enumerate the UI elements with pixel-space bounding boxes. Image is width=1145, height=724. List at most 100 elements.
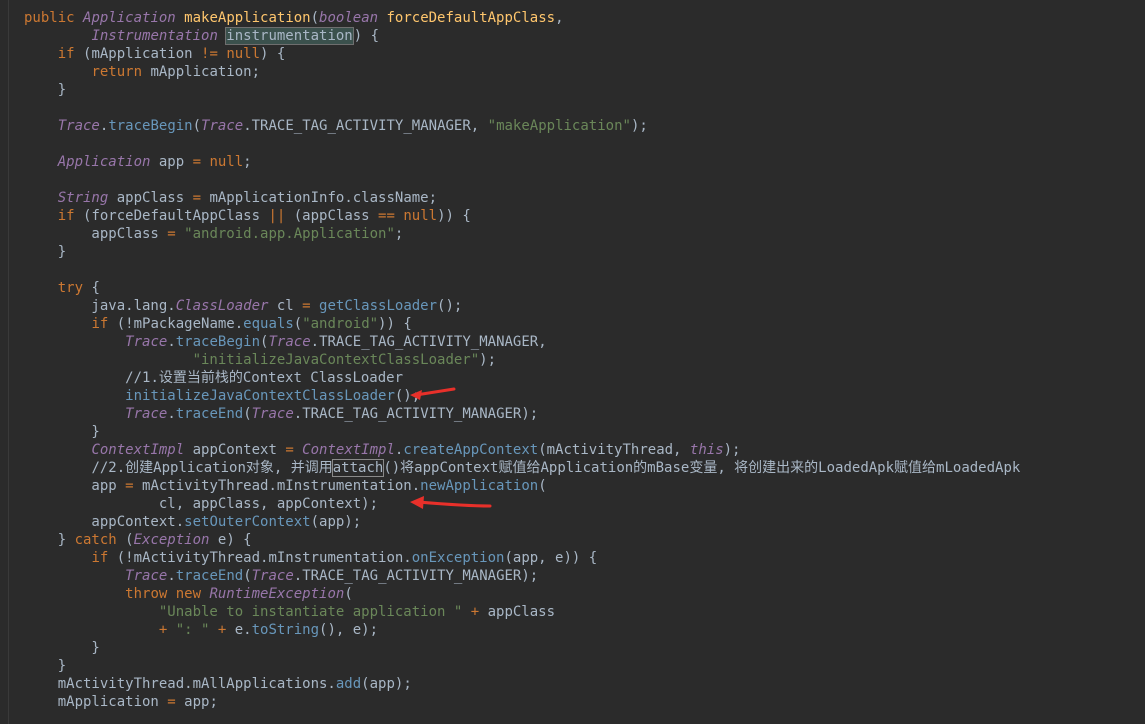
code-token: .TRACE_TAG_ACTIVITY_MANAGER); xyxy=(293,568,539,584)
code-token: Application xyxy=(83,10,185,26)
code-line[interactable]: //1.设置当前栈的Context ClassLoader xyxy=(24,369,403,387)
code-line[interactable]: } xyxy=(24,81,66,99)
code-token: traceBegin xyxy=(175,334,261,350)
code-token: != xyxy=(201,46,227,62)
code-token: public xyxy=(24,10,84,26)
code-token: , xyxy=(555,10,564,26)
code-token: toString xyxy=(251,622,320,638)
code-token: catch xyxy=(74,532,126,548)
code-token: = xyxy=(167,694,185,710)
code-line[interactable]: java.lang.ClassLoader cl = getClassLoade… xyxy=(24,297,462,315)
code-line[interactable]: if (!mActivityThread.mInstrumentation.on… xyxy=(24,549,597,567)
code-line[interactable]: Trace.traceBegin(Trace.TRACE_TAG_ACTIVIT… xyxy=(24,333,547,351)
code-token: + xyxy=(470,604,488,620)
code-token: cl xyxy=(276,298,303,314)
code-token: ) { xyxy=(353,28,380,44)
code-line[interactable]: mActivityThread.mAllApplications.add(app… xyxy=(24,675,412,693)
code-token: e) { xyxy=(217,532,252,548)
code-token: . xyxy=(167,334,176,350)
code-token: null xyxy=(209,154,244,170)
code-token: Trace xyxy=(125,406,168,422)
code-token: createAppContext xyxy=(403,442,539,458)
code-line[interactable]: } xyxy=(24,423,99,441)
code-token: mActivityThread.mAllApplications. xyxy=(24,676,336,692)
code-token: (app); xyxy=(361,676,412,692)
code-token: ); xyxy=(723,442,741,458)
code-token: } xyxy=(24,658,67,674)
code-line[interactable]: } catch (Exception e) { xyxy=(24,531,252,549)
code-line[interactable]: if (forceDefaultAppClass || (appClass ==… xyxy=(24,207,471,225)
code-line[interactable]: try { xyxy=(24,279,100,297)
code-line[interactable]: throw new RuntimeException( xyxy=(24,585,353,603)
code-line[interactable]: return mApplication; xyxy=(24,63,260,81)
code-line[interactable]: cl, appClass, appContext); xyxy=(24,495,378,513)
code-line[interactable]: Instrumentation instrumentation) { xyxy=(24,27,379,45)
code-token: (app); xyxy=(310,514,362,530)
code-line[interactable]: Trace.traceEnd(Trace.TRACE_TAG_ACTIVITY_… xyxy=(24,567,538,585)
code-token: appClass xyxy=(487,604,556,620)
code-line[interactable]: "initializeJavaContextClassLoader"); xyxy=(24,351,496,369)
code-token: .TRACE_TAG_ACTIVITY_MANAGER, xyxy=(243,118,488,134)
code-line[interactable]: } xyxy=(24,243,66,261)
code-token: (!mPackageName. xyxy=(116,316,244,332)
code-token: ; xyxy=(394,226,404,242)
code-token: } xyxy=(24,244,67,260)
code-line[interactable]: Trace.traceBegin(Trace.TRACE_TAG_ACTIVIT… xyxy=(24,117,648,135)
code-line[interactable]: appContext.setOuterContext(app); xyxy=(24,513,361,531)
boxed-token: attach xyxy=(331,459,385,477)
code-token: + xyxy=(217,622,235,638)
code-token: onException xyxy=(411,550,505,566)
code-line[interactable]: Trace.traceEnd(Trace.TRACE_TAG_ACTIVITY_… xyxy=(24,405,538,423)
code-line[interactable]: ContextImpl appContext = ContextImpl.cre… xyxy=(24,441,740,459)
code-editor[interactable]: public Application makeApplication(boole… xyxy=(0,0,1145,724)
code-line[interactable]: mApplication = app; xyxy=(24,693,218,711)
code-token: //2.创建Application对象, 并调用 xyxy=(91,460,333,476)
red-arrow-icon xyxy=(410,496,492,509)
code-token: mApplicationInfo.className; xyxy=(209,190,438,206)
code-line[interactable]: appClass = "android.app.Application"; xyxy=(24,225,403,243)
code-token: ) { xyxy=(260,46,286,62)
code-token: .TRACE_TAG_ACTIVITY_MANAGER, xyxy=(310,334,547,350)
code-token: if xyxy=(57,46,84,62)
code-line[interactable]: Application app = null; xyxy=(24,153,252,171)
code-token: ( xyxy=(125,532,134,548)
code-token: )) { xyxy=(378,316,412,332)
code-line[interactable]: } xyxy=(24,657,66,675)
code-line[interactable]: app = mActivityThread.mInstrumentation.n… xyxy=(24,477,547,495)
code-line[interactable]: //2.创建Application对象, 并调用attach()将appCont… xyxy=(24,459,1020,477)
code-token: Exception xyxy=(133,532,218,548)
code-line[interactable]: if (mApplication != null) { xyxy=(24,45,286,63)
code-line[interactable]: "Unable to instantiate application " + a… xyxy=(24,603,555,621)
code-token: "Unable to instantiate application " xyxy=(158,604,471,620)
code-line[interactable]: + ": " + e.toString(), e); xyxy=(24,621,378,639)
code-line[interactable]: String appClass = mApplicationInfo.class… xyxy=(24,189,437,207)
code-token: Instrumentation xyxy=(91,28,227,44)
code-token: ); xyxy=(630,118,648,134)
code-token: || xyxy=(268,208,294,224)
code-token: if xyxy=(91,316,117,332)
code-token: forceDefaultAppClass xyxy=(386,10,556,26)
code-line[interactable]: if (!mPackageName.equals("android")) { xyxy=(24,315,412,333)
code-token: ( xyxy=(538,478,547,494)
code-token: . xyxy=(167,406,176,422)
code-token: appClass xyxy=(116,190,193,206)
code-token: = xyxy=(167,226,185,242)
code-line[interactable]: initializeJavaContextClassLoader(); xyxy=(24,387,420,405)
code-token: appClass xyxy=(24,226,168,242)
code-token: (), e); xyxy=(319,622,379,638)
code-line[interactable]: public Application makeApplication(boole… xyxy=(24,9,564,27)
code-token: } xyxy=(24,640,100,656)
code-line[interactable]: } xyxy=(24,639,100,657)
code-token: add xyxy=(335,676,362,692)
code-token: traceBegin xyxy=(108,118,193,134)
code-token: ( xyxy=(310,10,320,26)
code-token: ( xyxy=(293,316,303,332)
code-token: ContextImpl xyxy=(91,442,193,458)
